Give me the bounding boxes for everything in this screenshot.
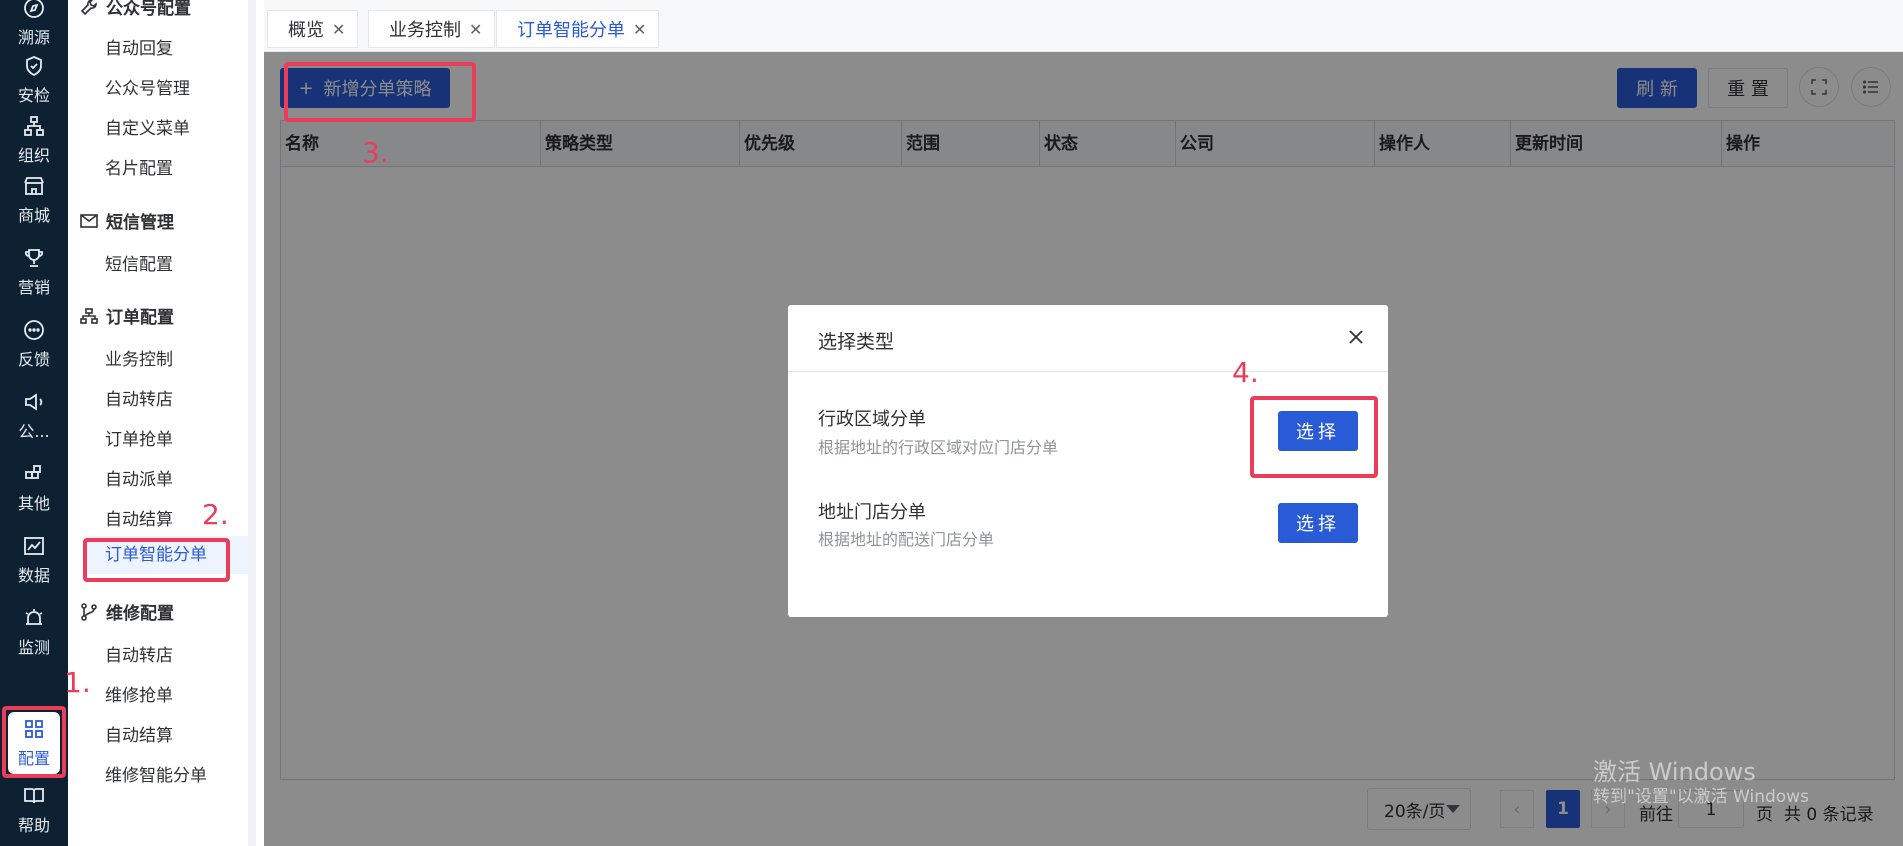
chart-icon bbox=[22, 534, 46, 558]
menu-item-auto-settle[interactable]: 自动结算 bbox=[105, 505, 173, 530]
menu-item-repair-auto-settle[interactable]: 自动结算 bbox=[105, 721, 173, 746]
annotation-number-2: 2. bbox=[202, 498, 229, 531]
rail-item-data[interactable]: 数据 bbox=[0, 526, 68, 594]
rail-label: 营销 bbox=[17, 278, 50, 297]
option-desc: 根据地址的行政区域对应门店分单 bbox=[818, 438, 1059, 457]
menu-item-auto-transfer[interactable]: 自动转店 bbox=[105, 385, 173, 410]
rail-label: 反馈 bbox=[17, 350, 50, 369]
close-icon[interactable]: ✕ bbox=[332, 20, 345, 39]
book-icon bbox=[22, 784, 46, 808]
rail-label: 安检 bbox=[17, 86, 50, 105]
rail-item-other[interactable]: 其他 bbox=[0, 454, 68, 522]
menu-item-official-manage[interactable]: 公众号管理 bbox=[105, 74, 190, 99]
watermark-line2: 转到"设置"以激活 Windows bbox=[1593, 787, 1809, 807]
menu-item-repair-grab[interactable]: 维修抢单 bbox=[105, 681, 173, 706]
trophy-icon bbox=[22, 246, 46, 270]
menu-item-card-config[interactable]: 名片配置 bbox=[105, 154, 173, 179]
compass-icon bbox=[22, 0, 46, 20]
rail-label: 帮助 bbox=[17, 816, 50, 835]
group-sms[interactable]: 短信管理 bbox=[80, 208, 174, 233]
rail-item-feedback[interactable]: 反馈 bbox=[0, 310, 68, 378]
close-icon[interactable] bbox=[1346, 327, 1366, 347]
rail-item-help[interactable]: 帮助 bbox=[0, 776, 68, 844]
config-submenu: 公众号配置 自动回复 公众号管理 自定义菜单 名片配置 短信管理 短信配置 订单… bbox=[68, 0, 256, 846]
rail-item-monitor[interactable]: 监测 bbox=[0, 598, 68, 666]
close-icon[interactable]: ✕ bbox=[633, 20, 646, 39]
mail-icon bbox=[80, 212, 98, 230]
annotation-number-1: 1. bbox=[64, 666, 91, 699]
annotation-box-2 bbox=[83, 538, 230, 582]
rail-item-announce[interactable]: 公... bbox=[0, 382, 68, 450]
group-official-account[interactable]: 公众号配置 bbox=[80, 0, 191, 19]
dialog-divider bbox=[788, 371, 1388, 372]
tab-order-smart-split[interactable]: 订单智能分单 ✕ bbox=[496, 10, 660, 48]
group-order[interactable]: 订单配置 bbox=[80, 303, 174, 328]
rail-label: 公... bbox=[18, 422, 50, 441]
alarm-icon bbox=[22, 606, 46, 630]
tab-business-control[interactable]: 业务控制 ✕ bbox=[368, 10, 496, 48]
group-repair[interactable]: 维修配置 bbox=[80, 599, 174, 624]
annotation-box-1 bbox=[2, 706, 66, 778]
rail-item-mall[interactable]: 商城 bbox=[0, 166, 68, 234]
rail-item-security[interactable]: 安检 bbox=[0, 46, 68, 114]
rail-label: 数据 bbox=[17, 566, 50, 585]
menu-item-repair-smart-split[interactable]: 维修智能分单 bbox=[105, 761, 207, 786]
close-icon[interactable]: ✕ bbox=[469, 20, 482, 39]
branch-icon bbox=[80, 602, 98, 621]
tab-overview[interactable]: 概览 ✕ bbox=[267, 10, 359, 48]
blocks-icon bbox=[22, 462, 46, 486]
rail-label: 其他 bbox=[17, 494, 50, 513]
menu-item-auto-reply[interactable]: 自动回复 bbox=[105, 34, 173, 59]
org-tree-icon bbox=[22, 114, 46, 138]
annotation-number-3: 3. bbox=[362, 136, 389, 169]
org-tree-icon bbox=[80, 307, 98, 325]
rail-label: 组织 bbox=[17, 146, 50, 165]
chat-icon bbox=[22, 318, 46, 342]
menu-item-sms-config[interactable]: 短信配置 bbox=[105, 250, 173, 275]
option-title: 地址门店分单 bbox=[818, 502, 926, 523]
dialog-title: 选择类型 bbox=[818, 331, 895, 353]
rail-label: 溯源 bbox=[17, 28, 50, 47]
annotation-box-4 bbox=[1250, 396, 1378, 478]
submenu-divider bbox=[248, 0, 256, 846]
store-icon bbox=[22, 174, 46, 198]
menu-item-auto-dispatch[interactable]: 自动派单 bbox=[105, 465, 173, 490]
menu-item-custom-menu[interactable]: 自定义菜单 bbox=[105, 114, 190, 139]
menu-item-repair-auto-transfer[interactable]: 自动转店 bbox=[105, 641, 173, 666]
select-address-store-split-button[interactable]: 选择 bbox=[1278, 503, 1358, 543]
option-desc: 根据地址的配送门店分单 bbox=[818, 530, 995, 549]
rail-item-marketing[interactable]: 营销 bbox=[0, 238, 68, 306]
shield-icon bbox=[22, 54, 46, 78]
annotation-number-4: 4. bbox=[1232, 356, 1259, 389]
menu-item-business-control[interactable]: 业务控制 bbox=[105, 345, 173, 370]
menu-item-order-grab[interactable]: 订单抢单 bbox=[105, 425, 173, 450]
rail-item-org[interactable]: 组织 bbox=[0, 106, 68, 174]
option-title: 行政区域分单 bbox=[818, 409, 926, 430]
rail-label: 商城 bbox=[17, 206, 50, 225]
megaphone-icon bbox=[22, 390, 46, 414]
annotation-box-3 bbox=[284, 62, 476, 122]
rail-label: 监测 bbox=[17, 638, 50, 657]
wrench-icon bbox=[80, 0, 98, 16]
tab-bar: 概览 ✕ 业务控制 ✕ 订单智能分单 ✕ bbox=[264, 0, 1903, 52]
